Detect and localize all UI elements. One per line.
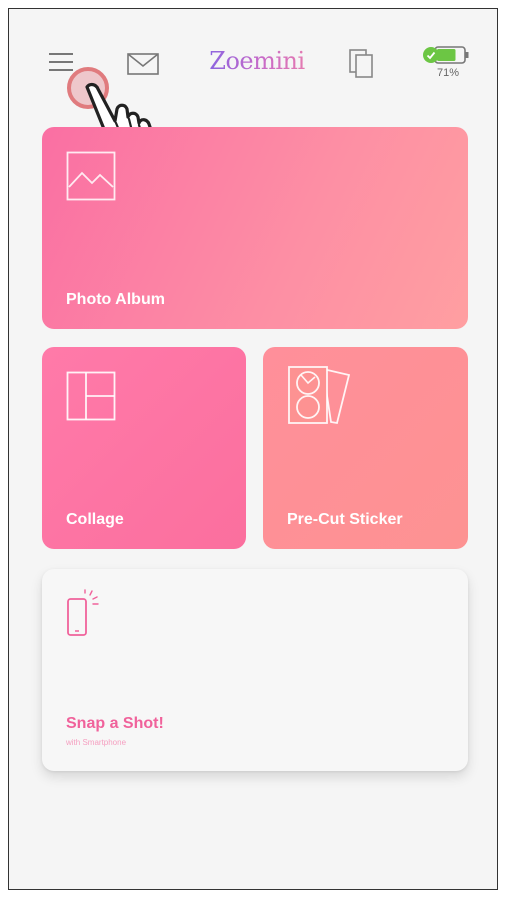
snap-a-shot-sublabel: with Smartphone xyxy=(66,738,127,747)
image-icon xyxy=(66,151,116,201)
menu-icon[interactable] xyxy=(49,51,75,73)
battery-icon xyxy=(423,46,469,64)
photo-album-label: Photo Album xyxy=(66,291,165,308)
pre-cut-sticker-label: Pre-Cut Sticker xyxy=(287,511,403,528)
mail-icon[interactable] xyxy=(127,53,159,75)
collage-label: Collage xyxy=(66,511,124,528)
battery-percent: 71% xyxy=(437,67,460,79)
copies-icon[interactable] xyxy=(349,49,375,79)
smartphone-icon xyxy=(67,589,99,636)
collage-card[interactable]: Collage xyxy=(42,347,246,549)
sticker-sheet-icon xyxy=(288,366,351,425)
app-screen: Zoemini 71% Photo Album Collage Pre-Cut … xyxy=(8,8,498,890)
photo-album-card[interactable]: Photo Album xyxy=(42,127,468,329)
app-title: Zoemini xyxy=(207,47,307,75)
snap-a-shot-card[interactable]: Snap a Shot! with Smartphone xyxy=(42,569,468,771)
battery-indicator: 71% xyxy=(417,43,477,83)
collage-layout-icon xyxy=(66,371,116,421)
snap-a-shot-label: Snap a Shot! xyxy=(66,715,164,732)
pre-cut-sticker-card[interactable]: Pre-Cut Sticker xyxy=(263,347,468,549)
